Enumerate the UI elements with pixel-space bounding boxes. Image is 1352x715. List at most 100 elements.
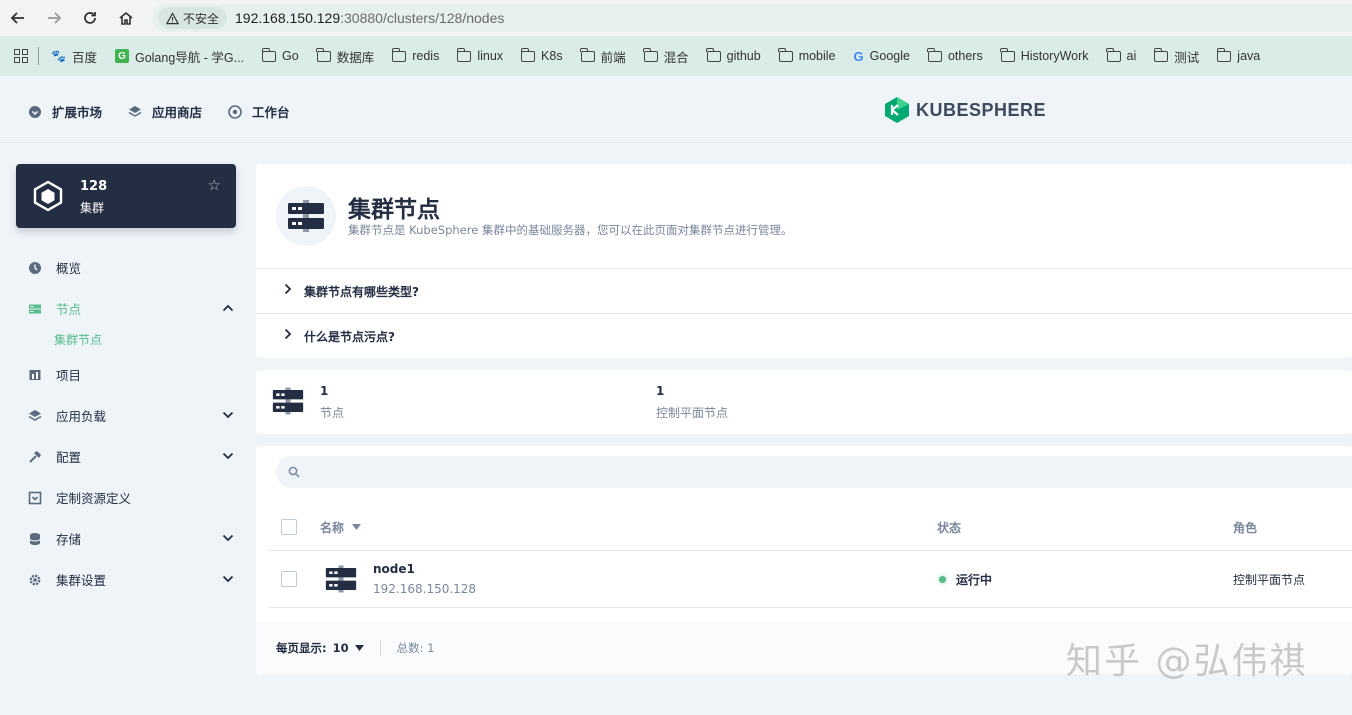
- stat-control-plane-value: 1: [656, 384, 665, 398]
- row-checkbox[interactable]: [281, 571, 297, 587]
- insecure-badge[interactable]: 不安全: [158, 7, 228, 29]
- reload-icon: [84, 12, 96, 24]
- forward-button[interactable]: [36, 0, 72, 36]
- search-input[interactable]: [308, 456, 1352, 488]
- bookmark-item[interactable]: ai: [1106, 47, 1136, 63]
- node-stats: 1 节点 1 控制平面节点: [256, 370, 1352, 434]
- select-all-checkbox[interactable]: [281, 519, 297, 535]
- sidebar-label-workloads: 应用负载: [56, 409, 107, 424]
- sidebar-item-overview[interactable]: 概览: [28, 258, 238, 277]
- nav-extensions-label: 扩展市场: [52, 105, 103, 120]
- bookmark-label: K8s: [541, 49, 563, 63]
- node-role: 控制平面节点: [1233, 573, 1306, 587]
- bookmarks-bar: 🐾 百度 G Golang导航 - 学G... Go 数据库 redis linux K8s 前端…: [0, 36, 1352, 76]
- faq-label-node-taints: 什么是节点污点?: [304, 329, 395, 344]
- footer-divider: [379, 641, 381, 655]
- folder-icon: [1106, 47, 1121, 62]
- bookmark-item[interactable]: linux: [456, 47, 503, 63]
- faq-item-node-taints[interactable]: 什么是节点污点?: [256, 313, 1352, 358]
- app-store-icon: [128, 105, 142, 117]
- apps-grid-icon[interactable]: [14, 49, 28, 63]
- bookmark-item[interactable]: 数据库: [316, 47, 374, 66]
- baidu-icon: 🐾: [51, 49, 66, 63]
- bookmark-label: HistoryWork: [1020, 49, 1089, 63]
- sidebar-item-workloads[interactable]: 应用负载: [28, 406, 238, 425]
- bookmark-item[interactable]: G Google: [854, 49, 910, 64]
- bookmark-item[interactable]: others: [927, 47, 983, 63]
- folder-icon: [261, 47, 277, 62]
- column-role-header: 角色: [1233, 520, 1258, 535]
- bookmark-item[interactable]: K8s: [520, 47, 563, 63]
- bookmark-item[interactable]: github: [706, 47, 761, 63]
- cluster-icon: [33, 180, 63, 212]
- sidebar-item-cluster-settings[interactable]: 集群设置: [28, 570, 238, 589]
- bookmark-label: 百度: [71, 50, 97, 65]
- sidebar-label-overview: 概览: [56, 261, 82, 276]
- banner-icon-wrap: [276, 186, 336, 246]
- nav-workbench[interactable]: 工作台: [228, 102, 290, 121]
- bookmark-item[interactable]: 测试: [1153, 47, 1199, 66]
- faq-item-node-types[interactable]: 集群节点有哪些类型?: [256, 268, 1352, 313]
- cluster-card[interactable]: 128 集群 ☆: [16, 164, 236, 228]
- search-icon: [288, 466, 300, 478]
- sidebar-label-storage: 存储: [56, 532, 82, 547]
- bookmarks-divider: [38, 47, 39, 65]
- sidebar-label-projects: 项目: [56, 368, 82, 383]
- caret-down-icon: [354, 645, 364, 651]
- cluster-name: 128: [80, 179, 108, 194]
- top-nav: 扩展市场 应用商店 工作台: [28, 102, 290, 121]
- reload-button[interactable]: [72, 0, 108, 36]
- star-icon[interactable]: ☆: [208, 176, 221, 194]
- search-bar[interactable]: [276, 456, 1352, 488]
- url-path: :30880/clusters/128/nodes: [340, 10, 505, 26]
- bookmark-item[interactable]: 前端: [580, 47, 626, 66]
- bookmark-item[interactable]: Go: [261, 47, 299, 63]
- nav-app-store[interactable]: 应用商店: [128, 102, 202, 121]
- back-button[interactable]: [0, 0, 36, 36]
- server-nodes-icon: [288, 200, 324, 232]
- extension-market-icon: [29, 105, 41, 118]
- sidebar-item-crd[interactable]: 定制资源定义: [28, 488, 238, 507]
- workloads-icon: [28, 409, 42, 421]
- bookmark-label: others: [947, 49, 983, 63]
- bookmark-item[interactable]: G Golang导航 - 学G...: [114, 47, 244, 66]
- home-button[interactable]: [108, 0, 144, 36]
- kubesphere-logo[interactable]: KUBESPHERE: [884, 96, 1046, 124]
- sidebar-item-storage[interactable]: 存储: [28, 529, 238, 548]
- column-name-header[interactable]: 名称: [320, 519, 362, 536]
- nav-extensions[interactable]: 扩展市场: [28, 102, 102, 121]
- sidebar-item-config[interactable]: 配置: [28, 447, 238, 466]
- folder-icon: [580, 47, 595, 62]
- chevron-up-icon: [222, 302, 234, 315]
- url-text: 192.168.150.129:30880/clusters/128/nodes: [235, 10, 504, 26]
- sidebar-subitem-cluster-nodes[interactable]: 集群节点: [54, 331, 102, 348]
- bookmark-item[interactable]: HistoryWork: [1000, 47, 1089, 63]
- bookmark-item[interactable]: mobile: [778, 47, 836, 63]
- folder-icon: [1000, 47, 1015, 62]
- bookmark-label: mobile: [798, 49, 836, 63]
- stat-nodes-label: 节点: [320, 406, 345, 420]
- sidebar-item-projects[interactable]: 项目: [28, 365, 238, 384]
- logo-text: KUBESPHERE: [916, 99, 1047, 120]
- page-description: 集群节点是 KubeSphere 集群中的基础服务器，您可以在此页面对集群节点进…: [348, 223, 793, 237]
- status-dot-icon: [939, 576, 946, 583]
- bookmark-item[interactable]: redis: [391, 47, 439, 63]
- table-header: 名称 状态 角色: [256, 504, 1352, 550]
- node-ip: 192.168.150.128: [373, 582, 477, 596]
- node-server-icon: [325, 565, 357, 593]
- bookmark-item[interactable]: java: [1216, 47, 1260, 63]
- node-name-link[interactable]: node1: [373, 562, 415, 576]
- home-icon: [119, 11, 133, 25]
- bookmark-item[interactable]: 🐾 百度: [51, 47, 97, 66]
- address-bar[interactable]: 不安全 192.168.150.129:30880/clusters/128/n…: [152, 4, 1352, 32]
- sidebar-item-nodes[interactable]: 节点: [28, 299, 238, 318]
- golang-nav-icon: G: [114, 49, 129, 63]
- per-page-select[interactable]: 10: [331, 641, 364, 655]
- bookmark-item[interactable]: 混合: [643, 47, 689, 66]
- sort-caret-down-icon: [352, 524, 362, 530]
- table-row[interactable]: node1 192.168.150.128 运行中 控制平面节点: [268, 550, 1352, 608]
- insecure-label: 不安全: [183, 11, 220, 26]
- faq-label-node-types: 集群节点有哪些类型?: [304, 284, 419, 299]
- watermark-text: 知乎 @弘伟祺: [1066, 641, 1308, 682]
- status-text: 运行中: [956, 573, 993, 587]
